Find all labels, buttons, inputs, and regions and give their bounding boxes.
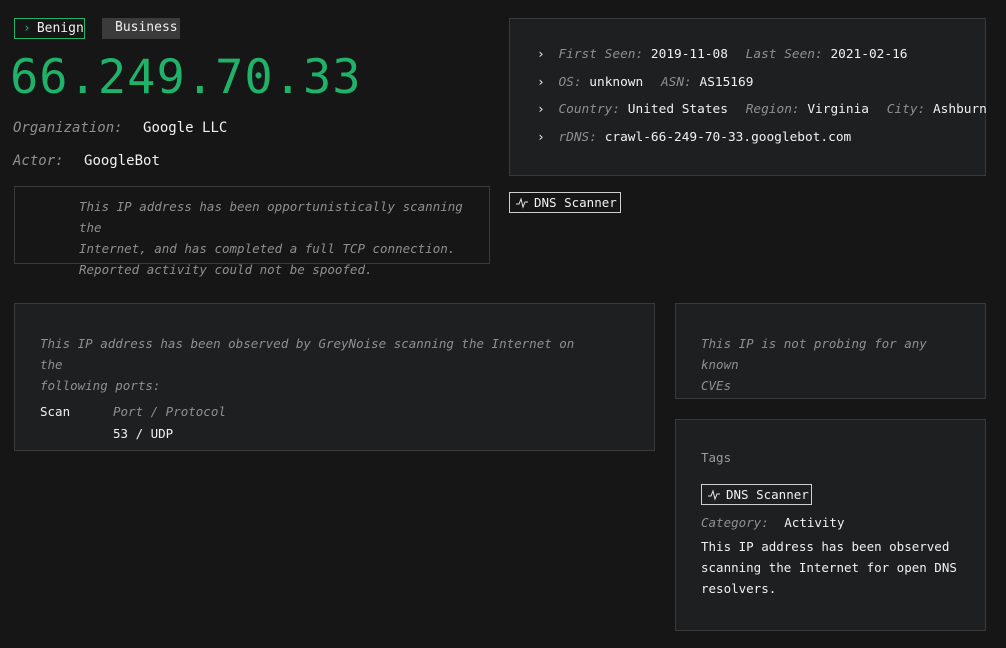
actor-row: Actor: GoogleBot <box>13 153 160 169</box>
classification-label: Benign <box>36 21 84 36</box>
port-row: 53 / UDP <box>113 426 174 441</box>
seen-row: › First Seen: 2019-11-08 Last Seen: 2021… <box>537 47 985 75</box>
ports-panel: This IP address has been observed by Gre… <box>14 303 655 451</box>
location-row: › Country: United States Region: Virgini… <box>537 102 987 130</box>
os-row: › OS: unknown ASN: AS15169 <box>537 75 985 103</box>
actor-label: Actor: <box>13 153 64 169</box>
chevron-right-icon: › <box>537 74 545 90</box>
ports-intro-line: following ports: <box>40 378 161 393</box>
organization-label: Organization: <box>13 120 123 136</box>
country-value: United States <box>627 102 728 118</box>
rdns-value: crawl-66-249-70-33.googlebot.com <box>604 129 852 145</box>
city-label: City: <box>886 102 926 118</box>
cves-message-line: This IP is not probing for any known <box>701 336 927 372</box>
tag-category-row: Category: Activity <box>701 515 985 530</box>
organization-value: Google LLC <box>143 120 228 136</box>
scan-label: Scan <box>40 404 71 419</box>
last-seen-label: Last Seen: <box>745 47 823 62</box>
ports-intro-line: This IP address has been observed by Gre… <box>40 336 575 372</box>
tag-category-value: Activity <box>784 515 845 530</box>
last-seen-value: 2021-02-16 <box>830 47 908 62</box>
organization-row: Organization: Google LLC <box>13 120 227 136</box>
first-seen-label: First Seen: <box>558 47 644 62</box>
description-box: This IP address has been opportunistical… <box>14 186 490 277</box>
cves-panel: This IP is not probing for any known CVE… <box>675 303 986 399</box>
os-label: OS: <box>558 74 582 90</box>
activity-icon <box>516 197 528 209</box>
description-line: Internet, and has completed a full TCP c… <box>79 241 456 256</box>
tag-description: This IP address has been observed scanni… <box>701 536 985 599</box>
chevron-right-icon: › <box>537 47 545 62</box>
cves-message-line: CVEs <box>701 378 732 393</box>
first-seen-value: 2019-11-08 <box>650 47 728 62</box>
dns-scanner-tag[interactable]: DNS Scanner <box>701 484 812 505</box>
category-label: Business <box>115 20 178 35</box>
tags-panel: Tags DNS Scanner Category: Activity This… <box>675 419 986 631</box>
tag-category-label: Category: <box>701 515 769 530</box>
tag-description-line: scanning the Internet for open DNS <box>701 560 957 575</box>
rdns-label: rDNS: <box>558 129 597 145</box>
os-value: unknown <box>589 74 644 90</box>
classification-badge[interactable]: › Benign <box>14 18 85 39</box>
rdns-row: › rDNS: crawl-66-249-70-33.googlebot.com <box>537 130 985 158</box>
actor-value: GoogleBot <box>84 153 160 169</box>
port-protocol-header: Port / Protocol <box>113 404 226 419</box>
dns-scanner-tag-label: DNS Scanner <box>534 195 617 210</box>
tag-description-line: This IP address has been observed <box>701 539 950 554</box>
info-panel: › First Seen: 2019-11-08 Last Seen: 2021… <box>509 18 987 176</box>
description-line: Reported activity could not be spoofed. <box>79 262 373 277</box>
ip-address-title: 66.249.70.33 <box>10 50 362 105</box>
region-label: Region: <box>745 102 800 118</box>
tags-heading: Tags <box>701 450 732 465</box>
chevron-right-icon: › <box>537 102 545 118</box>
chevron-right-icon: › <box>537 129 545 145</box>
description-line: This IP address has been opportunistical… <box>79 199 463 235</box>
country-label: Country: <box>558 102 621 118</box>
asn-value: AS15169 <box>699 74 754 90</box>
dns-scanner-tag[interactable]: DNS Scanner <box>509 192 621 213</box>
region-value: Virginia <box>807 102 869 118</box>
activity-icon <box>708 489 720 501</box>
tag-description-line: resolvers. <box>701 581 777 596</box>
city-value: Ashburn <box>932 102 987 118</box>
tag-label: DNS Scanner <box>726 487 809 502</box>
category-badge[interactable]: Business <box>102 18 180 39</box>
asn-label: ASN: <box>660 74 692 90</box>
ports-table: Scan Port / Protocol 53 / UDP <box>40 404 654 454</box>
chevron-right-icon: › <box>23 21 31 36</box>
